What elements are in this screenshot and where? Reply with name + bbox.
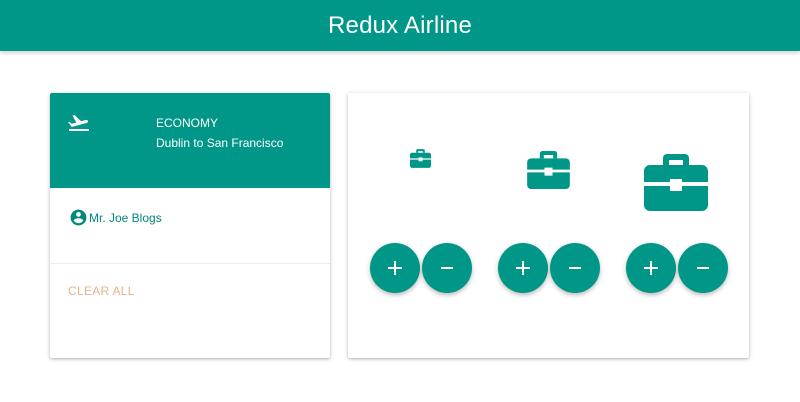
plus-icon: [644, 261, 658, 275]
minus-icon: [697, 267, 709, 269]
add-large-bag-button[interactable]: [626, 243, 676, 293]
remove-small-bag-button[interactable]: [422, 243, 472, 293]
baggage-card: [348, 93, 749, 358]
flight-header: ECONOMY Dublin to San Francisco: [50, 93, 330, 188]
add-small-bag-button[interactable]: [370, 243, 420, 293]
flight-summary-card: ECONOMY Dublin to San Francisco Mr. Joe …: [50, 93, 330, 358]
app-title: Redux Airline: [327, 11, 472, 39]
fare-class: ECONOMY: [156, 116, 219, 130]
add-medium-bag-button[interactable]: [498, 243, 548, 293]
remove-large-bag-button[interactable]: [678, 243, 728, 293]
plus-icon: [388, 261, 402, 275]
briefcase-icon: [527, 151, 570, 189]
minus-icon: [441, 267, 453, 269]
plus-icon: [516, 261, 530, 275]
passenger-name: Mr. Joe Blogs: [89, 210, 162, 225]
passenger-item[interactable]: Mr. Joe Blogs: [69, 208, 162, 227]
briefcase-icon: [410, 149, 431, 168]
minus-icon: [569, 267, 581, 269]
briefcase-icon: [644, 154, 708, 211]
flight-route: Dublin to San Francisco: [156, 136, 284, 150]
account-circle-icon: [70, 209, 87, 226]
app-bar: Redux Airline: [0, 0, 800, 51]
remove-medium-bag-button[interactable]: [550, 243, 600, 293]
flight-takeoff-icon: [68, 115, 89, 131]
clear-all-button[interactable]: CLEAR ALL: [68, 284, 135, 298]
divider: [50, 263, 330, 264]
